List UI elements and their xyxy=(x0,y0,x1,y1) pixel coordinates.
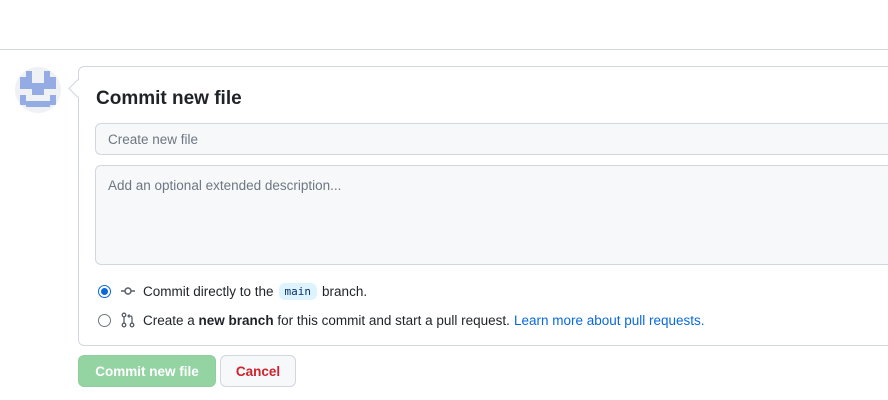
commit-direct-radio[interactable] xyxy=(98,284,111,298)
commit-new-file-button[interactable]: Commit new file xyxy=(78,355,216,387)
avatar-pixel xyxy=(50,95,56,105)
avatar-pixel xyxy=(44,77,56,89)
git-commit-icon xyxy=(120,283,136,299)
avatar-pixel xyxy=(32,83,44,95)
commit-direct-option[interactable]: Commit directly to the main branch. xyxy=(98,281,367,301)
commit-direct-suffix: branch. xyxy=(322,283,368,299)
commit-description-textarea[interactable] xyxy=(95,165,888,265)
commit-form-title: Commit new file xyxy=(96,88,242,109)
top-header-bar xyxy=(0,0,888,50)
new-branch-bold-label: new branch xyxy=(198,312,274,328)
avatar[interactable] xyxy=(15,67,61,113)
new-branch-radio[interactable] xyxy=(98,313,111,327)
avatar-pixel xyxy=(26,101,50,107)
avatar-pixel xyxy=(20,77,32,89)
pull-requests-help-link[interactable]: Learn more about pull requests. xyxy=(514,313,705,328)
new-branch-text-before: Create a xyxy=(143,312,195,328)
commit-direct-text: Commit directly to the xyxy=(143,283,274,299)
new-branch-text-after: for this commit and start a pull request… xyxy=(277,312,510,328)
new-branch-option[interactable]: Create a new branch for this commit and … xyxy=(98,310,705,330)
commit-summary-input[interactable] xyxy=(95,123,888,155)
git-pull-request-icon xyxy=(120,312,136,328)
branch-name-badge: main xyxy=(278,282,318,300)
cancel-button[interactable]: Cancel xyxy=(220,355,296,387)
